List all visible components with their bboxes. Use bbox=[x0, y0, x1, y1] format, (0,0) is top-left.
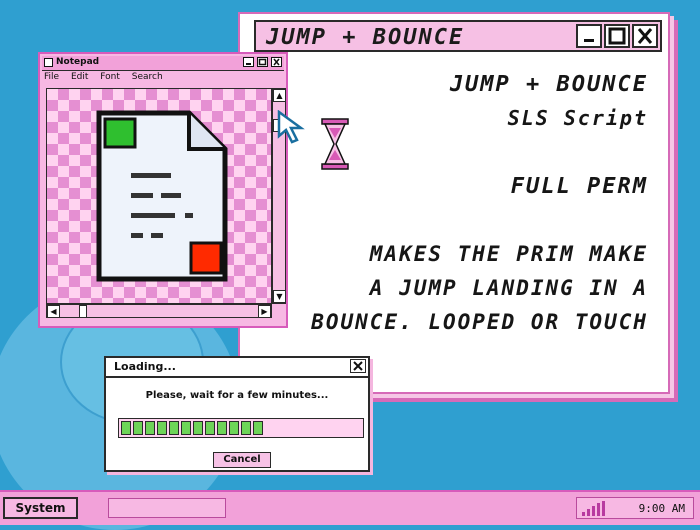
notepad-menubar: File Edit Font Search bbox=[44, 72, 172, 82]
close-icon bbox=[353, 361, 363, 371]
progress-block bbox=[157, 421, 167, 435]
main-window: JUMP + BOUNCE JUMP + BOUNCE SLS Script F… bbox=[238, 12, 670, 394]
minimize-icon bbox=[246, 63, 251, 65]
description-line-2: A JUMP LANDING IN A bbox=[369, 276, 648, 300]
menu-edit[interactable]: Edit bbox=[71, 72, 88, 82]
scroll-right-button[interactable]: ▶ bbox=[258, 305, 271, 318]
progress-block bbox=[193, 421, 203, 435]
close-button[interactable] bbox=[632, 24, 658, 48]
clock[interactable]: 9:00 AM bbox=[639, 502, 685, 515]
close-icon bbox=[637, 28, 653, 44]
notepad-close-button[interactable] bbox=[271, 57, 282, 67]
system-tray: 9:00 AM bbox=[576, 497, 694, 519]
main-window-titlebar[interactable]: JUMP + BOUNCE bbox=[254, 20, 662, 52]
close-icon bbox=[273, 58, 280, 66]
menu-font[interactable]: Font bbox=[100, 72, 120, 82]
window-menu-icon[interactable] bbox=[44, 58, 53, 67]
progress-block bbox=[253, 421, 263, 435]
hourglass-icon bbox=[321, 118, 349, 170]
cancel-button[interactable]: Cancel bbox=[213, 452, 271, 468]
loading-dialog-title: Loading... bbox=[114, 360, 176, 373]
dialog-close-button[interactable] bbox=[350, 359, 366, 373]
perm-label: FULL PERM bbox=[510, 174, 648, 199]
script-type: SLS Script bbox=[507, 106, 648, 130]
notepad-window: Notepad File Edit Font Search ▲ ▼ ◀ ▶ bbox=[38, 52, 288, 328]
minimize-icon bbox=[584, 39, 594, 42]
notepad-content[interactable] bbox=[46, 88, 272, 304]
loading-dialog-titlebar[interactable]: Loading... bbox=[106, 358, 368, 378]
horizontal-scrollbar[interactable]: ◀ ▶ bbox=[46, 304, 272, 318]
menu-search[interactable]: Search bbox=[132, 72, 163, 82]
progress-block bbox=[241, 421, 251, 435]
script-title: JUMP + BOUNCE bbox=[449, 72, 648, 97]
maximize-button[interactable] bbox=[604, 24, 630, 48]
taskbar: System 9:00 AM bbox=[0, 490, 700, 525]
progress-block bbox=[205, 421, 215, 435]
scroll-up-button[interactable]: ▲ bbox=[273, 89, 286, 102]
description-line-1: MAKES THE PRIM MAKE bbox=[369, 242, 648, 266]
scroll-down-button[interactable]: ▼ bbox=[273, 290, 286, 303]
notepad-titlebar[interactable]: Notepad bbox=[42, 56, 284, 71]
system-button[interactable]: System bbox=[3, 497, 78, 519]
minimize-button[interactable] bbox=[576, 24, 602, 48]
main-window-title: JUMP + BOUNCE bbox=[266, 25, 465, 50]
notepad-minimize-button[interactable] bbox=[243, 57, 254, 67]
signal-icon bbox=[582, 501, 605, 516]
loading-message: Please, wait for a few minutes... bbox=[145, 390, 329, 401]
notepad-title: Notepad bbox=[56, 57, 100, 67]
scroll-left-button[interactable]: ◀ bbox=[47, 305, 60, 318]
progress-block bbox=[133, 421, 143, 435]
progress-bar bbox=[118, 418, 364, 438]
cursor-icon bbox=[277, 110, 305, 144]
progress-fill bbox=[121, 421, 263, 435]
menu-file[interactable]: File bbox=[44, 72, 59, 82]
maximize-icon bbox=[258, 58, 267, 66]
progress-block bbox=[181, 421, 191, 435]
taskbar-slot[interactable] bbox=[108, 498, 226, 518]
loading-dialog: Loading... Please, wait for a few minute… bbox=[104, 356, 370, 472]
progress-block bbox=[145, 421, 155, 435]
scroll-thumb-horizontal[interactable] bbox=[79, 305, 87, 318]
description-line-3: BOUNCE. LOOPED OR TOUCH bbox=[311, 310, 648, 334]
maximize-icon bbox=[608, 27, 626, 45]
document-icon bbox=[96, 110, 228, 282]
progress-block bbox=[121, 421, 131, 435]
progress-block bbox=[217, 421, 227, 435]
notepad-maximize-button[interactable] bbox=[257, 57, 268, 67]
progress-block bbox=[229, 421, 239, 435]
progress-block bbox=[169, 421, 179, 435]
